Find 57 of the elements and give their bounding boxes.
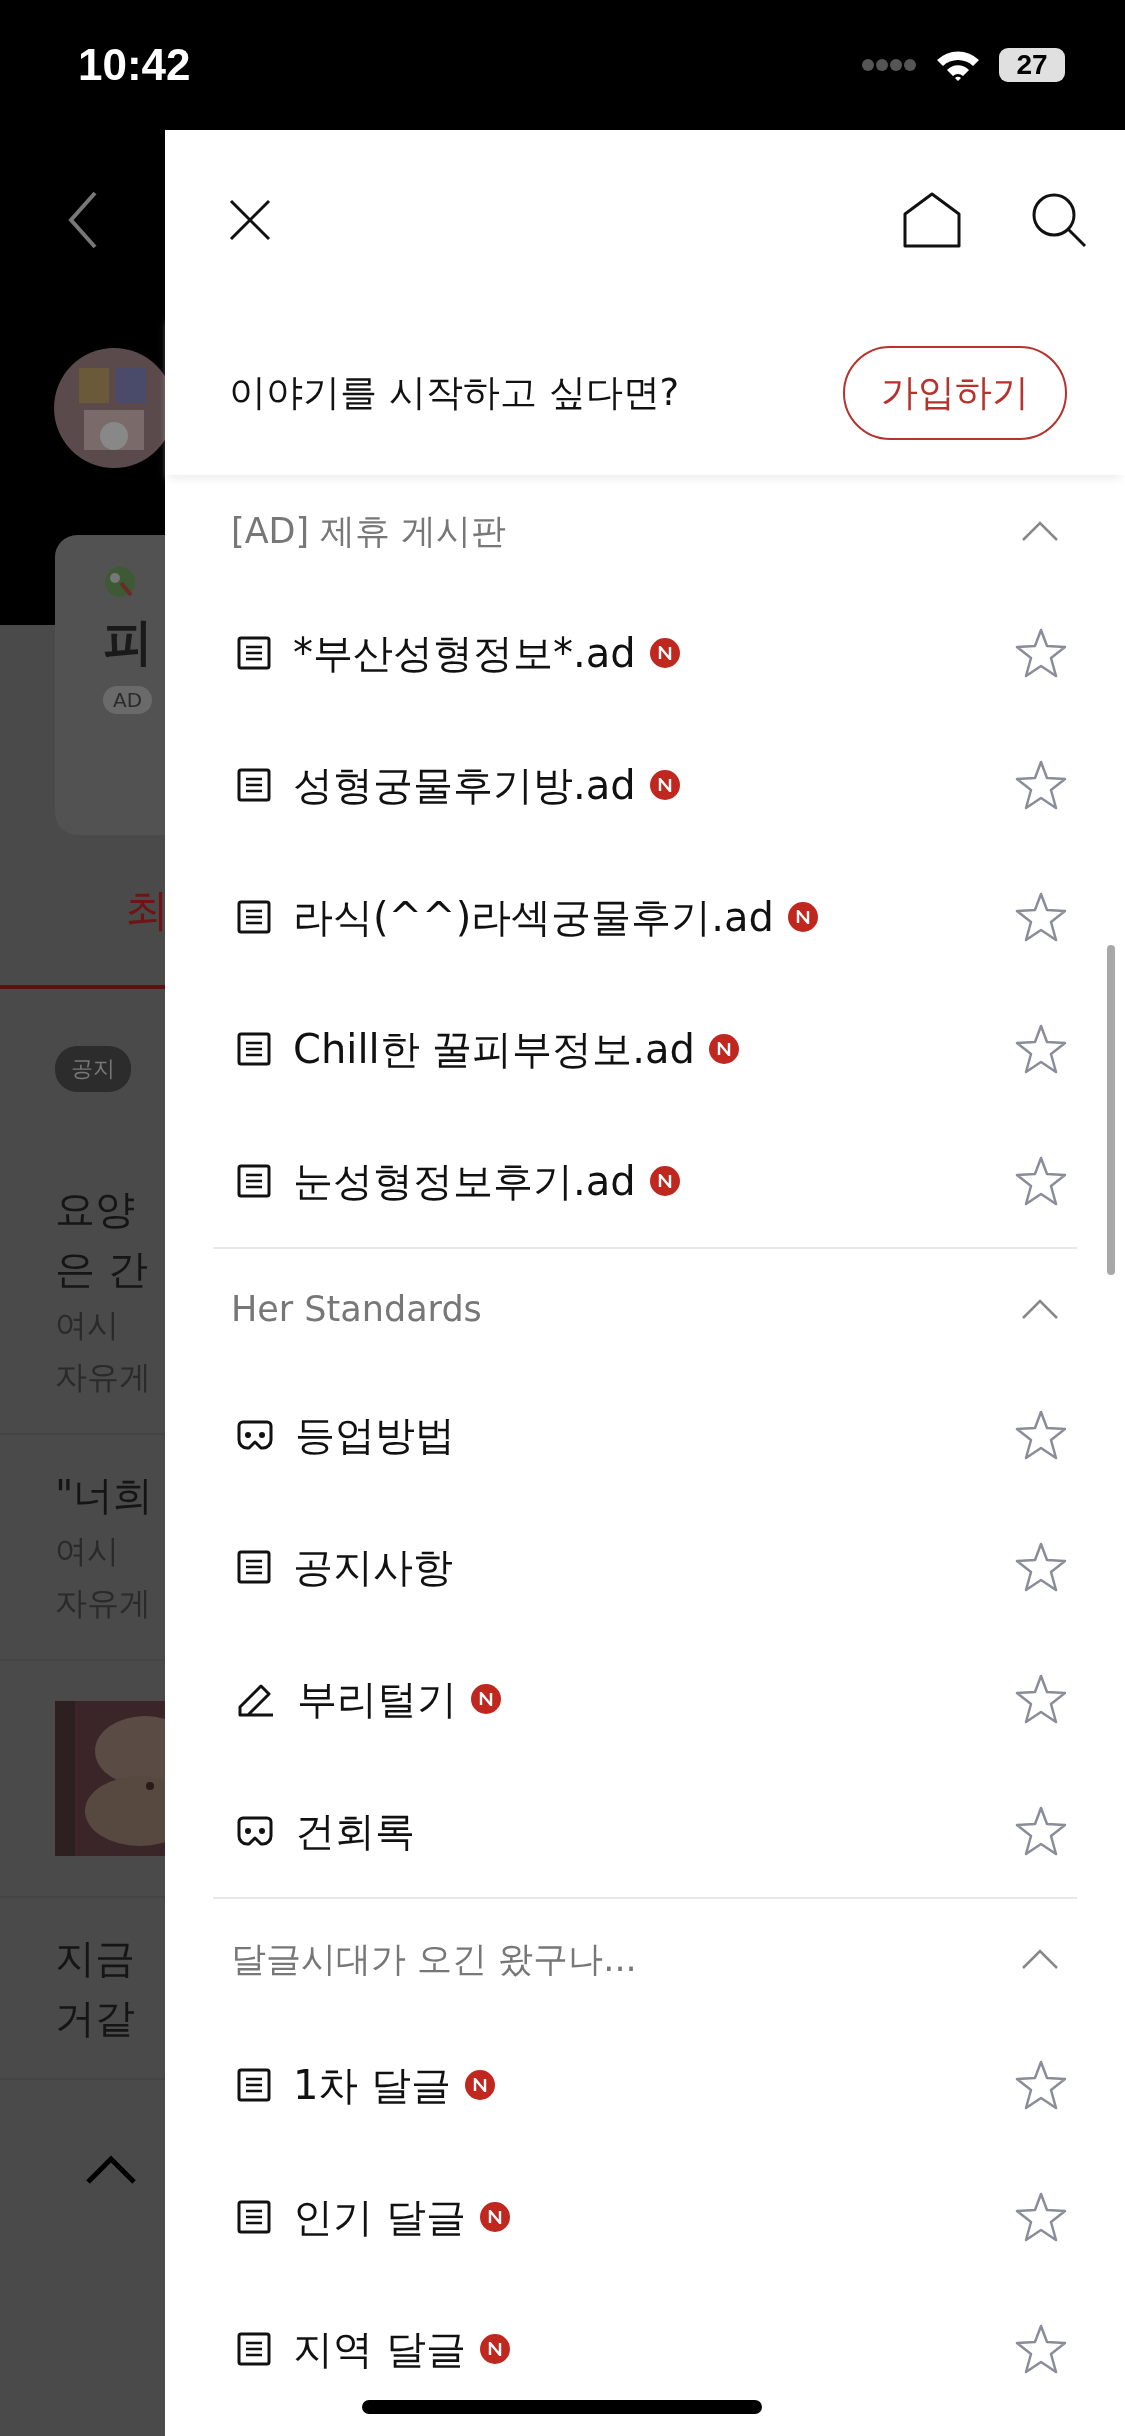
scroll-top-icon[interactable] — [85, 2155, 137, 2185]
document-icon — [237, 1032, 271, 1066]
chevron-icon[interactable] — [1021, 520, 1059, 542]
close-icon[interactable] — [229, 199, 271, 241]
search-icon[interactable] — [1031, 192, 1087, 248]
document-icon — [237, 2200, 271, 2234]
star-icon[interactable] — [1015, 1806, 1067, 1856]
star-icon[interactable] — [1015, 2060, 1067, 2110]
document-icon — [237, 1164, 271, 1198]
section-title: 달글시대가 오긴 왔구나... — [231, 1937, 637, 1981]
ad-badge: AD — [103, 686, 153, 714]
document-icon — [237, 1550, 271, 1584]
document-icon — [237, 768, 271, 802]
home-icon[interactable] — [903, 192, 961, 248]
board-link[interactable]: 라식(^^)라섹궁물후기.ad — [293, 889, 774, 945]
document-icon — [237, 2068, 271, 2102]
board-link[interactable]: 공지사항 — [293, 1539, 453, 1595]
join-button[interactable]: 가입하기 — [843, 345, 1067, 440]
board-link[interactable]: 건회록 — [295, 1803, 415, 1859]
chevron-icon[interactable] — [1021, 1948, 1059, 1970]
scrollbar[interactable] — [1107, 945, 1115, 1275]
chevron-icon[interactable] — [1021, 1298, 1059, 1320]
flower-icon — [103, 565, 137, 599]
battery-icon: 27 — [999, 48, 1065, 82]
star-icon[interactable] — [1015, 2324, 1067, 2374]
board-link[interactable]: 부리털기 — [297, 1671, 457, 1727]
board-link[interactable]: 인기 달글 — [293, 2189, 466, 2245]
star-icon[interactable] — [1015, 892, 1067, 942]
star-icon[interactable] — [1015, 628, 1067, 678]
section-title: [AD] 제휴 게시판 — [231, 509, 507, 553]
wifi-icon — [935, 48, 981, 82]
mask-icon — [237, 1816, 273, 1846]
star-icon[interactable] — [1015, 1156, 1067, 1206]
star-icon[interactable] — [1015, 1410, 1067, 1460]
board-link[interactable]: 눈성형정보후기.ad — [293, 1153, 636, 1209]
notice-badge: 공지 — [55, 1046, 131, 1092]
section-title: Her Standards — [231, 1289, 482, 1329]
board-link[interactable]: *부산성형정보*.ad — [293, 625, 636, 681]
board-link[interactable]: 지역 달글 — [293, 2321, 466, 2377]
star-icon[interactable] — [1015, 2192, 1067, 2242]
document-icon — [237, 900, 271, 934]
star-icon[interactable] — [1015, 1024, 1067, 1074]
star-icon[interactable] — [1015, 1674, 1067, 1724]
board-link[interactable]: 등업방법 — [295, 1407, 455, 1463]
document-icon — [237, 636, 271, 670]
join-prompt: 이야기를 시작하고 싶다면? — [229, 369, 680, 416]
card-title: 피 — [103, 612, 153, 673]
star-icon[interactable] — [1015, 760, 1067, 810]
signal-icon — [861, 58, 917, 72]
board-link[interactable]: 1차 달글 — [293, 2057, 452, 2113]
star-icon[interactable] — [1015, 1542, 1067, 1592]
board-link[interactable]: 성형궁물후기방.ad — [293, 757, 636, 813]
board-link[interactable]: Chill한 꿀피부정보.ad — [293, 1021, 695, 1077]
status-time: 10:42 — [78, 40, 191, 90]
document-icon — [237, 2332, 271, 2366]
mask-icon — [237, 1420, 273, 1450]
back-icon[interactable] — [68, 190, 98, 250]
